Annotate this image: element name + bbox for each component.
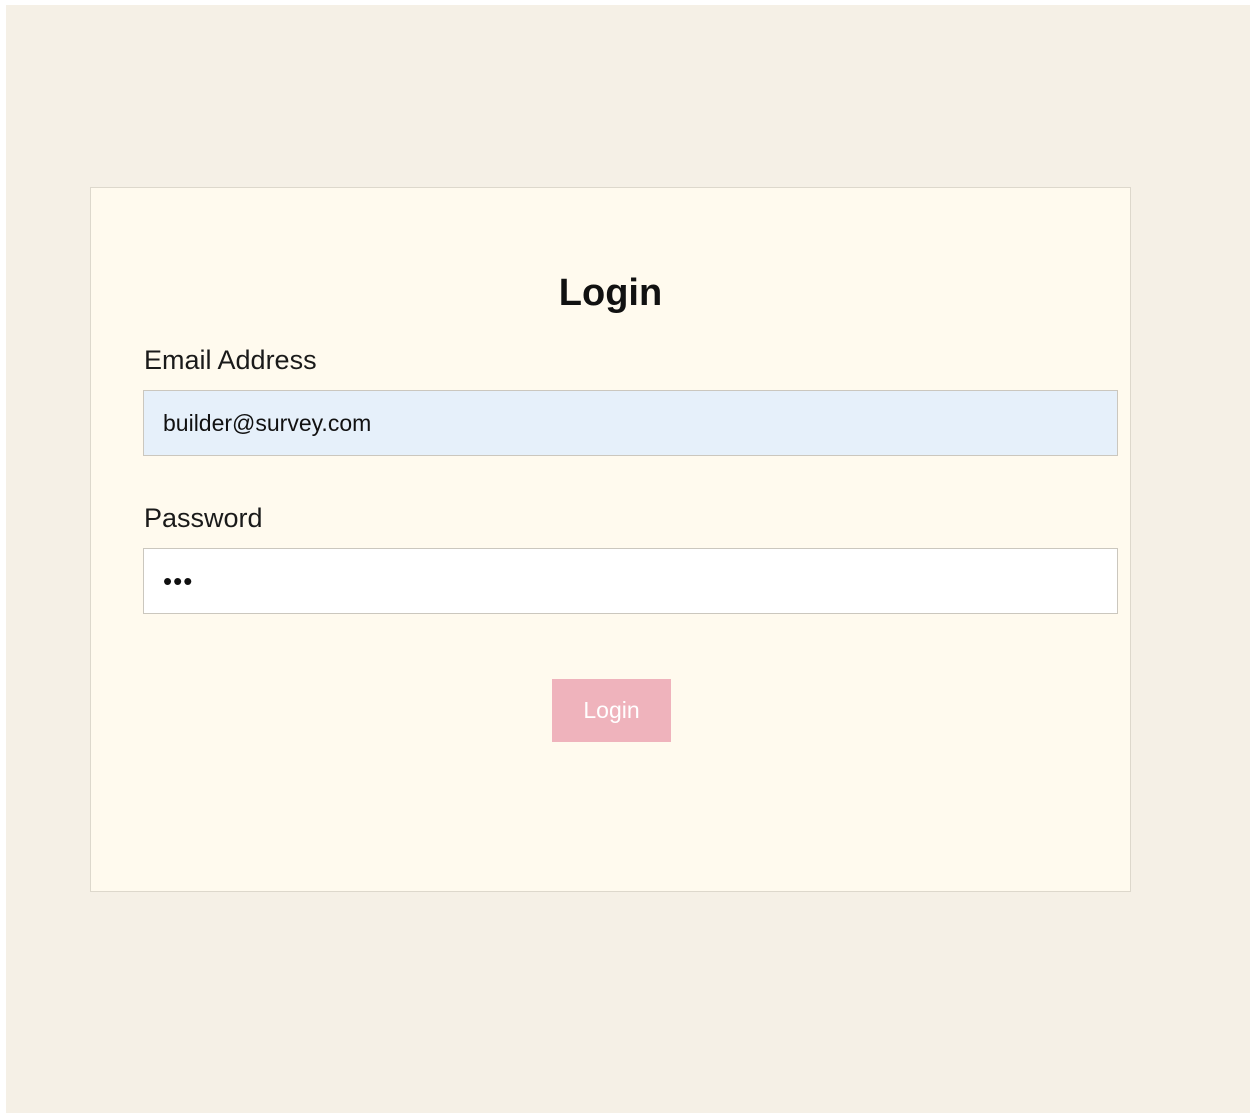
email-label: Email Address <box>144 345 317 375</box>
password-field[interactable] <box>143 548 1118 614</box>
password-label: Password <box>144 503 263 533</box>
page-title: Login <box>558 272 663 314</box>
email-field[interactable] <box>143 390 1118 456</box>
login-button[interactable]: Login <box>552 679 671 742</box>
login-card: Login Email Address Password Login <box>90 187 1131 892</box>
page-background: Login Email Address Password Login <box>6 5 1250 1113</box>
